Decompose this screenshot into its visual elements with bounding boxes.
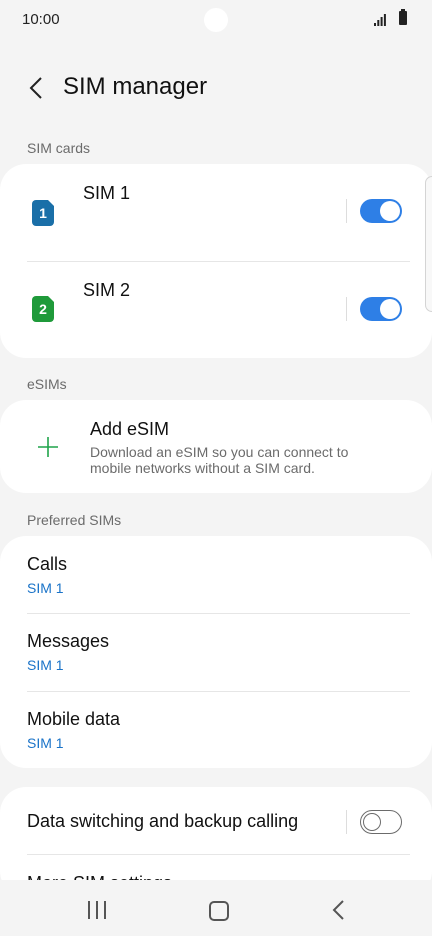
preferred-item-messages[interactable]: Messages SIM 1 [0, 614, 432, 691]
sim-1-name: SIM 1 [83, 183, 131, 203]
sim-2-toggle[interactable] [360, 297, 402, 321]
divider-vertical [346, 297, 347, 321]
add-esim-description: Download an eSIM so you can connect to m… [90, 444, 349, 476]
status-bar: 10:00 [0, 0, 432, 40]
preferred-item-calls[interactable]: Calls SIM 1 [0, 536, 432, 613]
add-esim-card[interactable]: Add eSIM Download an eSIM so you can con… [0, 400, 432, 493]
sim-1-icon: 1 [32, 200, 54, 226]
plus-icon [38, 437, 58, 457]
data-switching-label: Data switching and backup calling [27, 811, 299, 831]
front-camera-cutout [204, 8, 228, 32]
back-icon[interactable] [330, 899, 348, 921]
item-value: SIM 1 [27, 580, 64, 596]
item-value: SIM 1 [27, 735, 64, 751]
section-label-sim-cards: SIM cards [27, 140, 91, 156]
sim-1-toggle[interactable] [360, 199, 402, 223]
data-switching-toggle[interactable] [360, 810, 402, 834]
app-header: SIM manager [0, 60, 432, 116]
sim-row-2[interactable]: 2 SIM 2 [0, 262, 432, 358]
divider-vertical [346, 810, 347, 834]
preferred-item-mobile-data[interactable]: Mobile data SIM 1 [0, 692, 432, 768]
page-title: SIM manager [63, 73, 208, 100]
sim-2-icon: 2 [32, 296, 54, 322]
add-esim-title: Add eSIM [90, 419, 170, 439]
home-icon[interactable] [209, 901, 229, 921]
recent-apps-icon[interactable] [88, 901, 106, 919]
preferred-sims-card: Calls SIM 1 Messages SIM 1 Mobile data S… [0, 536, 432, 768]
item-value: SIM 1 [27, 657, 64, 673]
section-label-preferred-sims: Preferred SIMs [27, 512, 122, 528]
data-switching-row[interactable]: Data switching and backup calling [0, 787, 432, 854]
signal-icon [374, 14, 386, 26]
item-title: Messages [27, 631, 110, 651]
item-title: Calls [27, 554, 68, 574]
chevron-left-icon [29, 77, 42, 99]
sim-row-1[interactable]: 1 SIM 1 [0, 164, 432, 261]
back-button[interactable] [22, 74, 50, 102]
divider-vertical [346, 199, 347, 223]
navigation-bar [0, 880, 432, 936]
sim-2-name: SIM 2 [83, 280, 131, 300]
section-label-esims: eSIMs [27, 376, 67, 392]
battery-icon [399, 9, 407, 25]
status-time: 10:00 [22, 11, 60, 28]
item-title: Mobile data [27, 709, 121, 729]
scrollbar[interactable] [425, 176, 432, 312]
sim-cards-card: 1 SIM 1 2 SIM 2 [0, 164, 432, 358]
